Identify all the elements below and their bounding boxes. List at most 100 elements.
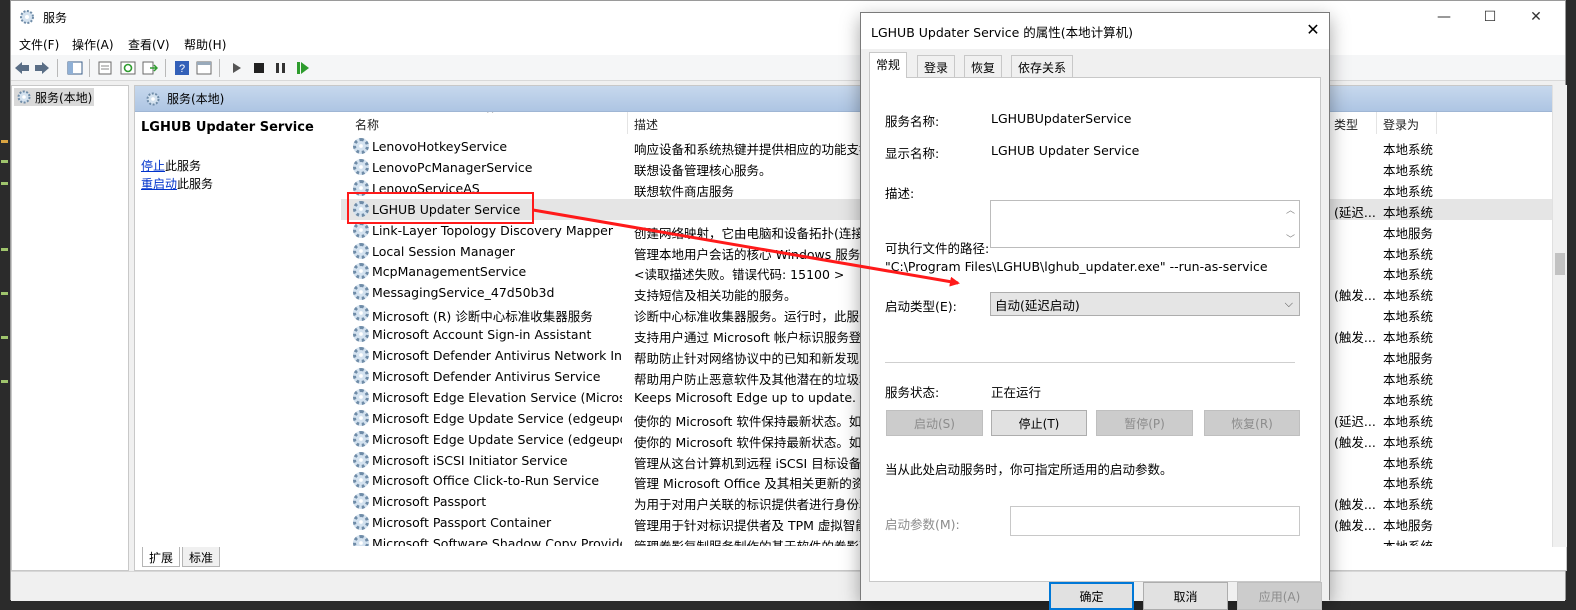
- services-gear-icon: [17, 90, 31, 104]
- column-header-name[interactable]: 名称: [355, 116, 379, 133]
- column-divider[interactable]: [627, 112, 628, 134]
- column-header-startup-type[interactable]: 类型: [1334, 116, 1358, 133]
- console-icon[interactable]: [195, 59, 213, 77]
- startup-type-label: 启动类型(E):: [885, 299, 957, 314]
- service-gear-icon: [353, 347, 369, 363]
- toolbar-separator: [57, 59, 58, 77]
- executable-path-label: 可执行文件的路径:: [885, 241, 990, 256]
- service-gear-icon: [353, 138, 369, 154]
- service-name-cell: Microsoft Software Shadow Copy Provider: [372, 536, 622, 546]
- service-logon-cell: 本地系统: [1383, 536, 1438, 546]
- start-parameters-input[interactable]: [1010, 506, 1300, 536]
- menu-action[interactable]: 操作(A): [72, 36, 114, 53]
- refresh-icon[interactable]: [119, 59, 137, 77]
- tab-extended[interactable]: 扩展: [142, 547, 181, 567]
- service-name-cell: Microsoft Passport: [372, 494, 487, 510]
- column-header-description[interactable]: 描述: [634, 116, 658, 133]
- service-status-label: 服务状态:: [885, 385, 940, 400]
- description-box[interactable]: ︿ ﹀: [990, 200, 1300, 248]
- service-name-cell: LenovoPcManagerService: [372, 159, 533, 175]
- startup-type-select[interactable]: 自动(延迟启动) ⌵: [990, 292, 1300, 316]
- column-header-logon-as[interactable]: 登录为: [1383, 116, 1419, 133]
- service-startup-type-cell: (延迟...: [1334, 204, 1376, 220]
- menu-help[interactable]: 帮助(H): [184, 36, 226, 53]
- export-icon[interactable]: [141, 59, 159, 77]
- pause-icon[interactable]: [272, 59, 290, 77]
- apply-button[interactable]: 应用(A): [1237, 582, 1322, 610]
- strip-mark: [1, 140, 8, 143]
- service-logon-cell: 本地服务: [1383, 351, 1434, 366]
- vertical-scrollbar[interactable]: [1552, 85, 1567, 547]
- restart-service-link[interactable]: 重启动: [141, 177, 177, 191]
- scrollbar-thumb[interactable]: [1555, 253, 1565, 275]
- menu-view[interactable]: 查看(V): [128, 36, 170, 53]
- start-parameters-hint: 当从此处启动服务时，你可指定所适用的启动参数。: [885, 462, 1173, 477]
- service-gear-icon: [353, 388, 369, 405]
- tree-item-services-local[interactable]: 服务(本地): [14, 88, 94, 106]
- scroll-down-icon[interactable]: ﹀: [1286, 232, 1295, 245]
- content-header: 服务(本地): [135, 86, 1566, 112]
- service-gear-icon: [353, 284, 369, 301]
- service-name-cell: Microsoft Defender Antivirus Network Ins…: [372, 348, 622, 363]
- dialog-close-button[interactable]: ✕: [1301, 17, 1325, 41]
- service-name-cell: Local Session Manager: [372, 243, 515, 259]
- menu-file[interactable]: 文件(F): [19, 36, 59, 53]
- service-logon-cell: 本地系统: [1383, 392, 1434, 408]
- service-name-cell: Microsoft Office Click-to-Run Service: [372, 473, 600, 489]
- help-icon[interactable]: ?: [173, 59, 191, 77]
- scroll-up-icon[interactable]: ︿: [1286, 203, 1295, 216]
- chevron-down-icon: ⌵: [1284, 297, 1293, 310]
- stop-service-button[interactable]: 停止(T): [991, 410, 1087, 436]
- strip-mark: [1, 336, 8, 339]
- service-startup-type-cell: (触发...: [1334, 434, 1376, 450]
- service-name-cell: Microsoft Passport Container: [372, 515, 552, 531]
- minimize-button[interactable]: —: [1421, 1, 1467, 33]
- tab-dependencies[interactable]: 依存关系: [1011, 55, 1074, 77]
- service-logon-cell: 本地服务: [1383, 225, 1434, 241]
- service-startup-type-cell: (触发...: [1334, 330, 1376, 346]
- service-startup-type-cell: (触发...: [1334, 497, 1376, 513]
- service-logon-cell: 本地系统: [1383, 455, 1434, 471]
- service-name-label: 服务名称:: [885, 114, 940, 129]
- service-name-cell: Microsoft (R) 诊断中心标准收集器服务: [372, 309, 593, 325]
- service-name-cell: Microsoft Edge Elevation Service (Micros…: [372, 389, 622, 405]
- service-logon-cell: 本地系统: [1383, 476, 1434, 492]
- service-logon-cell: 本地系统: [1383, 183, 1434, 199]
- resume-service-button[interactable]: 恢复(R): [1204, 410, 1300, 436]
- service-gear-icon: [353, 430, 369, 447]
- selected-service-title: LGHUB Updater Service: [141, 120, 314, 135]
- properties-icon[interactable]: [96, 59, 114, 77]
- stop-icon[interactable]: [250, 59, 268, 77]
- cancel-button[interactable]: 取消: [1143, 582, 1228, 610]
- editor-background-strip: [0, 0, 10, 600]
- pause-service-button[interactable]: 暂停(P): [1096, 410, 1193, 436]
- show-hide-tree-icon[interactable]: [66, 59, 84, 77]
- service-status-value: 正在运行: [991, 385, 1042, 400]
- service-name-cell: Microsoft Account Sign-in Assistant: [372, 327, 592, 343]
- column-divider[interactable]: [1376, 112, 1377, 134]
- tab-general[interactable]: 常规: [869, 52, 908, 78]
- service-gear-icon: [353, 493, 369, 510]
- tab-logon[interactable]: 登录: [917, 55, 956, 77]
- service-name-cell: McpManagementService: [372, 264, 527, 280]
- close-button[interactable]: ✕: [1513, 1, 1559, 33]
- restart-icon[interactable]: [294, 59, 312, 77]
- column-divider[interactable]: [1436, 112, 1437, 134]
- stop-service-link[interactable]: 停止: [141, 159, 165, 173]
- properties-dialog: LGHUB Updater Service 的属性(本地计算机) ✕ 常规 登录…: [860, 12, 1330, 610]
- start-service-button[interactable]: 启动(S): [886, 410, 983, 436]
- start-icon[interactable]: [228, 59, 246, 77]
- back-icon[interactable]: [13, 59, 31, 77]
- ok-button[interactable]: 确定: [1049, 582, 1134, 610]
- toolbar-separator: [219, 59, 220, 77]
- forward-icon[interactable]: [33, 59, 51, 77]
- title-bar: 服务 — ☐ ✕: [11, 1, 1565, 33]
- tab-recovery[interactable]: 恢复: [964, 55, 1003, 77]
- service-name-cell: Microsoft Edge Update Service (edgeupd..…: [372, 431, 622, 447]
- service-name-cell: Microsoft Edge Update Service (edgeupd..…: [372, 410, 622, 426]
- maximize-button[interactable]: ☐: [1467, 1, 1513, 33]
- sort-arrow-icon: ^: [486, 112, 495, 120]
- tab-standard[interactable]: 标准: [182, 547, 221, 567]
- strip-mark: [1, 380, 8, 383]
- display-name-label: 显示名称:: [885, 146, 940, 161]
